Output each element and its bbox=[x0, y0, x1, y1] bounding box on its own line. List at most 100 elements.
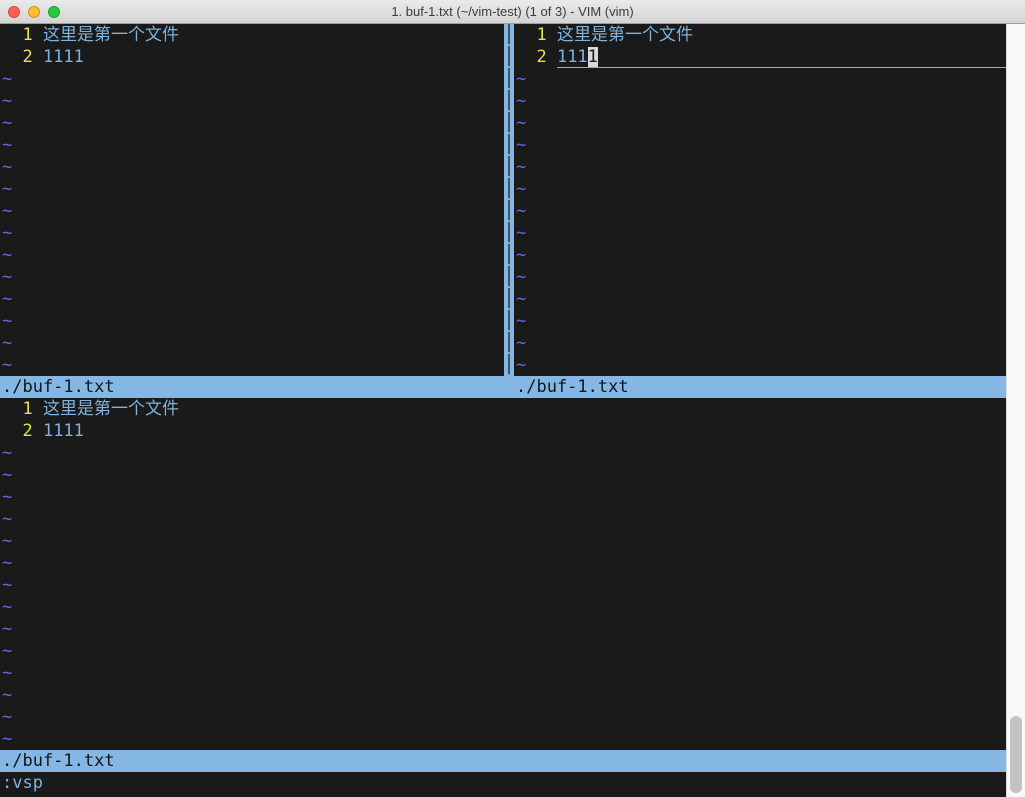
tilde-empty-line: ~ bbox=[514, 112, 1006, 134]
tilde-empty-line: ~ bbox=[514, 90, 1006, 112]
buffer-line: 1 这里是第一个文件 bbox=[0, 24, 504, 46]
status-line-top: ./buf-1.txt ./buf-1.txt bbox=[0, 376, 1006, 398]
buffer-line: 2 1111 bbox=[0, 46, 504, 68]
vertical-separator-glyph: │ bbox=[504, 288, 514, 310]
vertical-separator-glyph: │ bbox=[504, 332, 514, 354]
tilde-empty-line: ~ bbox=[0, 662, 1006, 684]
vertical-separator-glyph: │ bbox=[504, 244, 514, 266]
tilde-empty-line: ~ bbox=[0, 552, 1006, 574]
tilde-empty-line: ~ bbox=[0, 618, 1006, 640]
vertical-separator-glyph: │ bbox=[504, 134, 514, 156]
line-number: 1 bbox=[2, 24, 43, 46]
terminal-content: 1 这里是第一个文件 2 1111~~~~~~~~~~~~~~ ││││││││… bbox=[0, 24, 1025, 797]
tilde-empty-line: ~ bbox=[0, 134, 504, 156]
minimize-button[interactable] bbox=[28, 6, 40, 18]
vim-terminal: 1 这里是第一个文件 2 1111~~~~~~~~~~~~~~ ││││││││… bbox=[0, 24, 1006, 797]
tilde-empty-line: ~ bbox=[0, 90, 504, 112]
tilde-empty-line: ~ bbox=[0, 596, 1006, 618]
vertical-split-separator[interactable]: ││││││││││││││││ bbox=[504, 24, 514, 376]
tilde-empty-line: ~ bbox=[0, 310, 504, 332]
tilde-empty-line: ~ bbox=[0, 574, 1006, 596]
buffer-text: 1111 bbox=[43, 420, 84, 442]
tilde-empty-line: ~ bbox=[0, 112, 504, 134]
tilde-empty-line: ~ bbox=[0, 178, 504, 200]
line-number: 2 bbox=[516, 46, 557, 68]
cursor-line-underline: 1111 bbox=[557, 46, 1006, 68]
scrollbar[interactable] bbox=[1006, 24, 1025, 797]
tilde-empty-line: ~ bbox=[0, 508, 1006, 530]
tilde-empty-line: ~ bbox=[0, 266, 504, 288]
window-title: 1. buf-1.txt (~/vim-test) (1 of 3) - VIM… bbox=[391, 4, 633, 19]
tilde-empty-line: ~ bbox=[0, 684, 1006, 706]
title-bar[interactable]: 1. buf-1.txt (~/vim-test) (1 of 3) - VIM… bbox=[0, 0, 1025, 24]
tilde-empty-line: ~ bbox=[514, 222, 1006, 244]
tilde-empty-line: ~ bbox=[0, 442, 1006, 464]
tilde-empty-line: ~ bbox=[514, 68, 1006, 90]
vertical-separator-glyph: │ bbox=[504, 68, 514, 90]
vertical-separator-glyph: │ bbox=[504, 200, 514, 222]
vim-app-window: 1. buf-1.txt (~/vim-test) (1 of 3) - VIM… bbox=[0, 0, 1025, 797]
tilde-empty-line: ~ bbox=[0, 728, 1006, 750]
close-button[interactable] bbox=[8, 6, 20, 18]
vim-pane-top-right[interactable]: 1 这里是第一个文件 2 1111~~~~~~~~~~~~~~ bbox=[514, 24, 1006, 376]
vim-pane-top-left[interactable]: 1 这里是第一个文件 2 1111~~~~~~~~~~~~~~ bbox=[0, 24, 504, 376]
tilde-empty-line: ~ bbox=[514, 178, 1006, 200]
traffic-lights bbox=[8, 0, 60, 24]
vertical-separator-glyph: │ bbox=[504, 112, 514, 134]
vertical-split-region: 1 这里是第一个文件 2 1111~~~~~~~~~~~~~~ ││││││││… bbox=[0, 24, 1006, 376]
tilde-empty-line: ~ bbox=[0, 530, 1006, 552]
vertical-separator-glyph: │ bbox=[504, 156, 514, 178]
vertical-separator-glyph: │ bbox=[504, 266, 514, 288]
buffer-text: 这里是第一个文件 bbox=[43, 24, 179, 46]
vim-cursor: 1 bbox=[588, 47, 598, 67]
vim-pane-bottom[interactable]: 1 这里是第一个文件 2 1111~~~~~~~~~~~~~~ bbox=[0, 398, 1006, 750]
tilde-empty-line: ~ bbox=[0, 706, 1006, 728]
vertical-separator-glyph: │ bbox=[504, 354, 514, 376]
line-number: 2 bbox=[2, 420, 43, 442]
status-line-bottom: ./buf-1.txt bbox=[0, 750, 1006, 772]
tilde-empty-line: ~ bbox=[0, 354, 504, 376]
tilde-empty-line: ~ bbox=[514, 244, 1006, 266]
tilde-empty-line: ~ bbox=[0, 486, 1006, 508]
tilde-empty-line: ~ bbox=[0, 68, 504, 90]
vertical-separator-glyph: │ bbox=[504, 24, 514, 46]
tilde-empty-line: ~ bbox=[514, 156, 1006, 178]
vertical-separator-glyph: │ bbox=[504, 310, 514, 332]
vertical-separator-glyph: │ bbox=[504, 222, 514, 244]
status-filename-top-right: ./buf-1.txt bbox=[514, 376, 1006, 398]
buffer-text: 这里是第一个文件 bbox=[557, 24, 693, 46]
status-filename-bottom: ./buf-1.txt bbox=[0, 750, 514, 772]
tilde-empty-line: ~ bbox=[0, 464, 1006, 486]
buffer-text: 111 bbox=[557, 47, 588, 67]
zoom-button[interactable] bbox=[48, 6, 60, 18]
tilde-empty-line: ~ bbox=[0, 200, 504, 222]
tilde-empty-line: ~ bbox=[514, 200, 1006, 222]
tilde-empty-line: ~ bbox=[514, 266, 1006, 288]
tilde-empty-line: ~ bbox=[514, 332, 1006, 354]
vertical-separator-glyph: │ bbox=[504, 90, 514, 112]
buffer-text: 1111 bbox=[43, 46, 84, 68]
line-number: 1 bbox=[2, 398, 43, 420]
buffer-line: 1 这里是第一个文件 bbox=[514, 24, 1006, 46]
buffer-line: 2 1111 bbox=[514, 46, 1006, 68]
tilde-empty-line: ~ bbox=[514, 354, 1006, 376]
buffer-line: 1 这里是第一个文件 bbox=[0, 398, 1006, 420]
line-number: 2 bbox=[2, 46, 43, 68]
command-line[interactable]: :vsp bbox=[0, 772, 1006, 794]
tilde-empty-line: ~ bbox=[0, 640, 1006, 662]
scrollbar-thumb[interactable] bbox=[1010, 716, 1022, 793]
vertical-separator-glyph: │ bbox=[504, 178, 514, 200]
tilde-empty-line: ~ bbox=[514, 310, 1006, 332]
tilde-empty-line: ~ bbox=[514, 134, 1006, 156]
tilde-empty-line: ~ bbox=[514, 288, 1006, 310]
tilde-empty-line: ~ bbox=[0, 288, 504, 310]
buffer-text: 这里是第一个文件 bbox=[43, 398, 179, 420]
tilde-empty-line: ~ bbox=[0, 222, 504, 244]
tilde-empty-line: ~ bbox=[0, 156, 504, 178]
status-filename-top-left: ./buf-1.txt bbox=[0, 376, 514, 398]
tilde-empty-line: ~ bbox=[0, 244, 504, 266]
vertical-separator-glyph: │ bbox=[504, 46, 514, 68]
buffer-line: 2 1111 bbox=[0, 420, 1006, 442]
tilde-empty-line: ~ bbox=[0, 332, 504, 354]
line-number: 1 bbox=[516, 24, 557, 46]
